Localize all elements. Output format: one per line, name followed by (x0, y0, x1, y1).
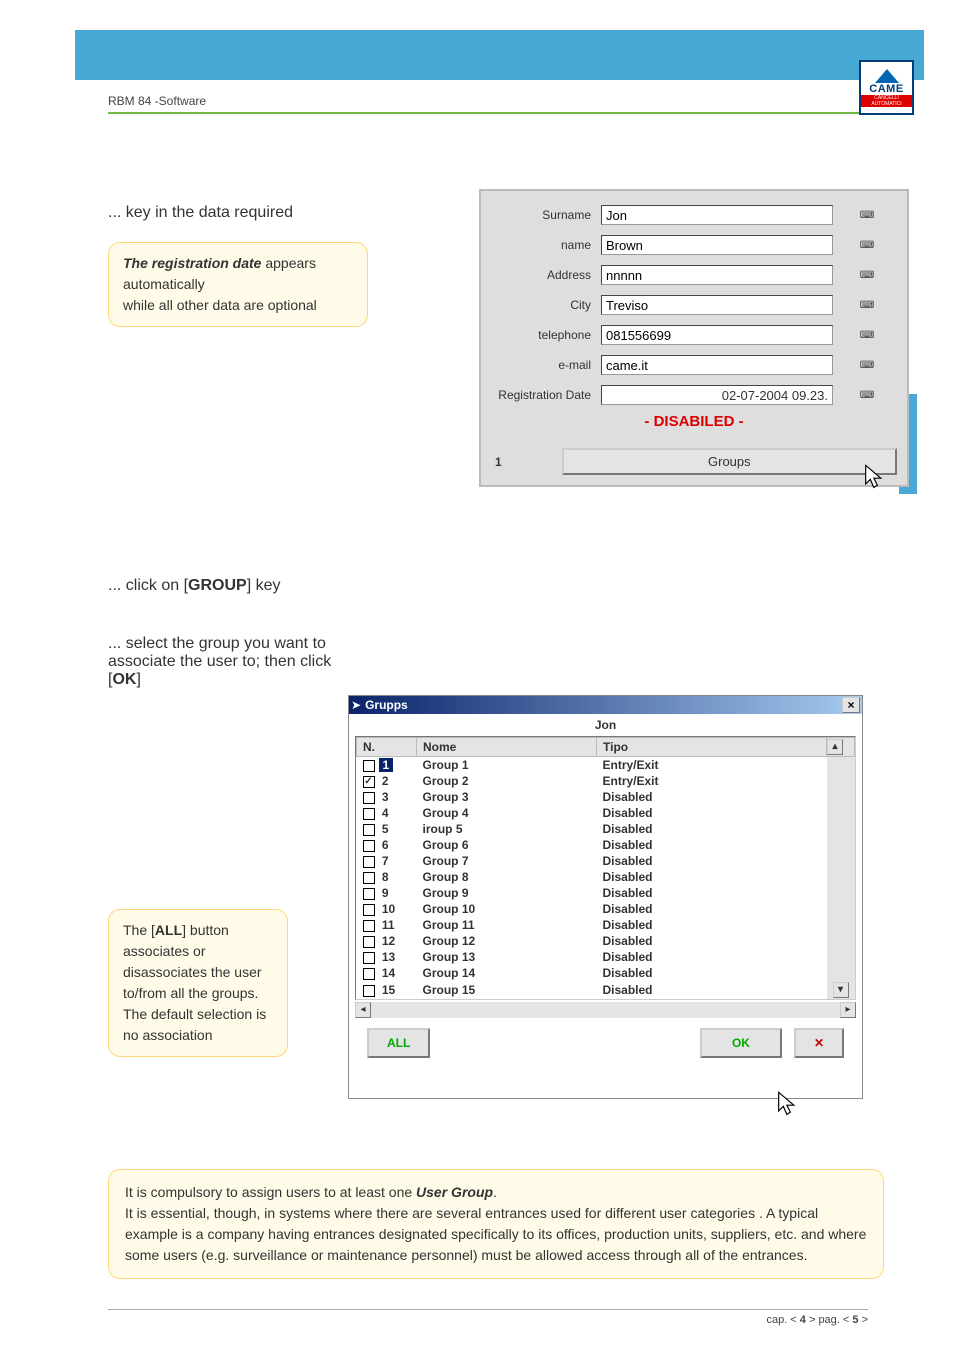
scroll-down-icon[interactable]: ▾ (833, 982, 849, 998)
titlebar-arrow-icon: ➤ (351, 698, 361, 712)
groups-button[interactable]: Groups (562, 448, 897, 475)
groups-titlebar: ➤ Grupps × (349, 696, 862, 714)
table-row[interactable]: 12Group 12Disabled (357, 933, 855, 949)
instruction-2: ... click on [GROUP] key (108, 577, 884, 595)
table-row[interactable]: 3Group 3Disabled (357, 789, 855, 805)
groups-dialog: ➤ Grupps × Jon N. Nome Tipo ▴ (348, 695, 863, 1099)
note-text-b: while all other data are optional (123, 297, 317, 313)
scroll-up-icon[interactable]: ▴ (827, 739, 843, 755)
table-row[interactable]: 1Group 1Entry/Exit (357, 757, 855, 774)
keyboard-icon[interactable]: ⌨ (837, 210, 897, 221)
groups-user-name: Jon (349, 714, 862, 736)
cursor-icon (861, 463, 889, 491)
close-icon[interactable]: × (842, 697, 860, 713)
header-bar (75, 30, 924, 80)
user-form-panel: Surname ⌨ name ⌨ Address ⌨ City ⌨ telephone ⌨ e-ma… (479, 189, 909, 487)
table-row[interactable]: 15Group 15Disabled▾ (357, 981, 855, 999)
form-label-4: telephone (491, 328, 601, 342)
scroll-right-icon[interactable]: ▸ (840, 1002, 856, 1018)
note-compulsory: It is compulsory to assign users to at l… (108, 1169, 884, 1279)
col-tipo[interactable]: Tipo (597, 738, 827, 757)
scroll-left-icon[interactable]: ◂ (355, 1002, 371, 1018)
form-input-0[interactable] (601, 205, 833, 225)
table-row[interactable]: 11Group 11Disabled (357, 917, 855, 933)
keyboard-icon[interactable]: ⌨ (837, 270, 897, 281)
cancel-button[interactable]: ✕ (794, 1028, 844, 1058)
logo-band: CANCELLI AUTOMATICI (861, 95, 912, 107)
table-row[interactable]: 13Group 13Disabled (357, 949, 855, 965)
keyboard-icon[interactable]: ⌨ (837, 360, 897, 371)
form-label-1: name (491, 238, 601, 252)
note-bold: The registration date (123, 255, 261, 271)
table-row[interactable]: 4Group 4Disabled (357, 805, 855, 821)
table-row[interactable]: 7Group 7Disabled (357, 853, 855, 869)
registration-date-label: Registration Date (491, 388, 601, 402)
table-row[interactable]: 10Group 10Disabled (357, 901, 855, 917)
form-input-4[interactable] (601, 325, 833, 345)
all-button[interactable]: ALL (367, 1028, 430, 1058)
keyboard-icon[interactable]: ⌨ (837, 300, 897, 311)
scrollbar-horizontal[interactable]: ◂ ▸ (355, 1002, 856, 1018)
keyboard-icon[interactable]: ⌨ (837, 390, 897, 401)
groups-table: N. Nome Tipo ▴ 1Group 1Entry/Exit✓ 2Grou… (356, 737, 855, 999)
form-label-5: e-mail (491, 358, 601, 372)
groups-title: Grupps (365, 698, 842, 712)
brand-logo: CAME CANCELLI AUTOMATICI (859, 60, 914, 115)
form-label-2: Address (491, 268, 601, 282)
form-label-0: Surname (491, 208, 601, 222)
note-all-button: The [ALL] button associates or disassoci… (108, 909, 288, 1057)
cursor-icon (774, 1090, 802, 1118)
table-row[interactable]: ✓ 2Group 2Entry/Exit (357, 773, 855, 789)
form-input-5[interactable] (601, 355, 833, 375)
doc-title: RBM 84 -Software (108, 94, 868, 114)
form-index: 1 (495, 455, 502, 469)
form-input-3[interactable] (601, 295, 833, 315)
table-row[interactable]: 9Group 9Disabled (357, 885, 855, 901)
table-row[interactable]: 6Group 6Disabled (357, 837, 855, 853)
logo-text: CAME (869, 83, 903, 95)
note-registration-date: The registration date appears automatica… (108, 242, 368, 327)
disabled-status: - DISABILED - (491, 413, 897, 430)
instruction-3: ... select the group you want to associa… (108, 635, 348, 689)
form-input-1[interactable] (601, 235, 833, 255)
form-label-3: City (491, 298, 601, 312)
registration-date-value: 02-07-2004 09.23. (601, 385, 833, 405)
page-footer: cap. < 4 > pag. < 5 > (108, 1309, 868, 1326)
table-row[interactable]: 14Group 14Disabled (357, 965, 855, 981)
keyboard-icon[interactable]: ⌨ (837, 330, 897, 341)
logo-triangle-icon (875, 69, 899, 83)
table-row[interactable]: 5iroup 5Disabled (357, 821, 855, 837)
col-nome[interactable]: Nome (417, 738, 597, 757)
col-n[interactable]: N. (357, 738, 417, 757)
keyboard-icon[interactable]: ⌨ (837, 240, 897, 251)
form-input-2[interactable] (601, 265, 833, 285)
ok-button[interactable]: OK (700, 1028, 782, 1058)
table-row[interactable]: 8Group 8Disabled (357, 869, 855, 885)
